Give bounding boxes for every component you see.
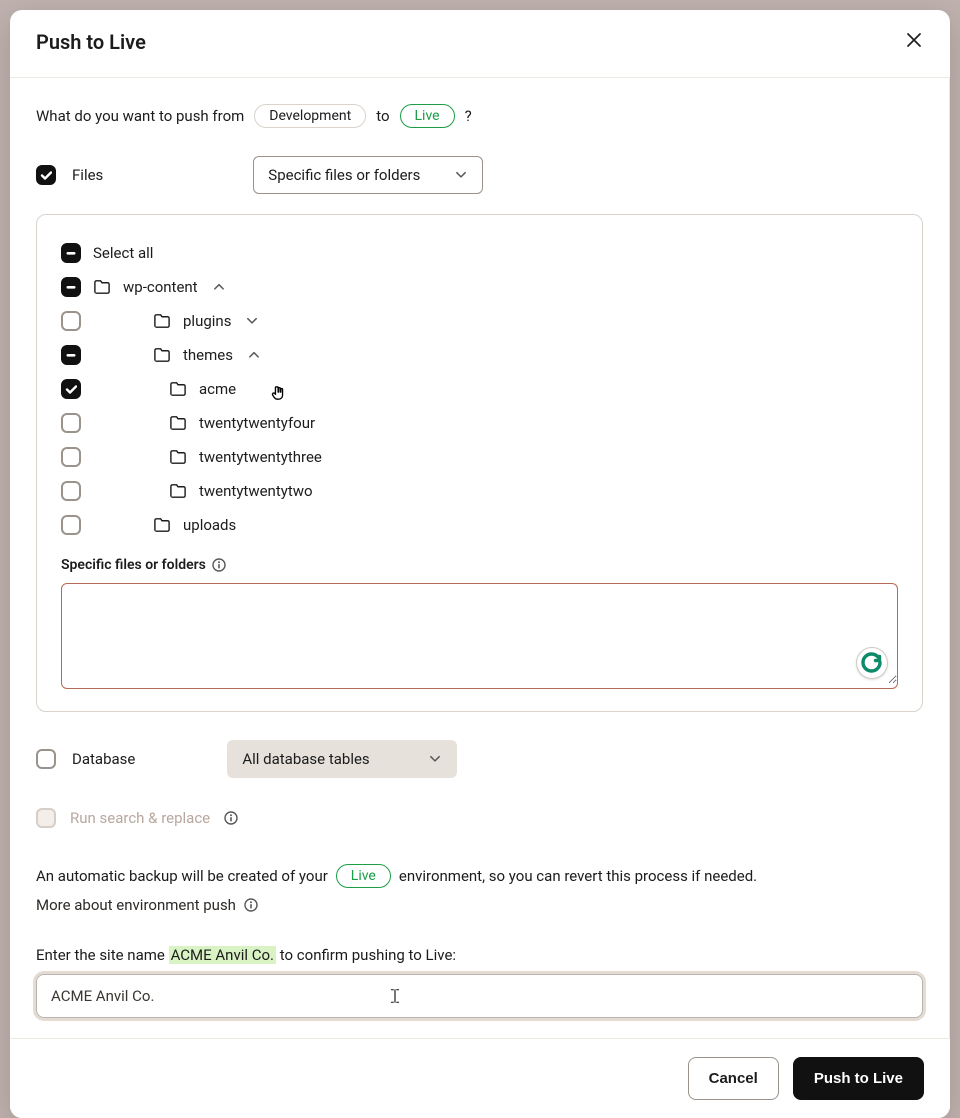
- tree-node-uploads[interactable]: uploads: [61, 511, 898, 539]
- node-checkbox[interactable]: [61, 515, 81, 535]
- folder-icon: [93, 278, 111, 296]
- search-replace-checkbox: [36, 808, 56, 828]
- folder-icon: [153, 346, 171, 364]
- chevron-up-icon[interactable]: [247, 348, 261, 362]
- files-label: Files: [72, 166, 103, 184]
- node-checkbox[interactable]: [61, 277, 81, 297]
- indeterminate-icon: [65, 349, 77, 361]
- node-label: themes: [183, 346, 233, 364]
- specific-files-textarea-wrap: [61, 583, 898, 689]
- check-icon: [65, 383, 77, 395]
- question-row: What do you want to push from Developmen…: [36, 104, 923, 128]
- tree-node-wp-content[interactable]: wp-content: [61, 273, 898, 301]
- files-select[interactable]: Specific files or folders: [253, 156, 483, 194]
- folder-icon: [169, 482, 187, 500]
- cancel-button[interactable]: Cancel: [688, 1057, 779, 1100]
- database-checkbox[interactable]: [36, 749, 56, 769]
- specific-files-textarea[interactable]: [62, 584, 897, 684]
- question-to: to: [376, 107, 389, 125]
- database-select[interactable]: All database tables: [227, 740, 457, 778]
- node-checkbox[interactable]: [61, 413, 81, 433]
- pointer-cursor-icon: [271, 385, 287, 401]
- node-label: twentytwentythree: [199, 448, 322, 466]
- search-replace-label: Run search & replace: [70, 809, 210, 827]
- specific-files-label: Specific files or folders: [61, 557, 898, 573]
- folder-icon: [153, 312, 171, 330]
- indeterminate-icon: [65, 247, 77, 259]
- confirm-label: Enter the site name ACME Anvil Co. to co…: [36, 946, 923, 964]
- chevron-down-icon: [454, 168, 468, 182]
- chevron-down-icon[interactable]: [245, 314, 259, 328]
- chevron-up-icon[interactable]: [212, 280, 226, 294]
- submit-button[interactable]: Push to Live: [793, 1057, 924, 1100]
- backup-env-pill: Live: [336, 864, 391, 888]
- env-from-pill: Development: [254, 104, 366, 128]
- backup-link[interactable]: More about environment push: [36, 896, 236, 914]
- node-label: plugins: [183, 312, 231, 330]
- search-replace-row: Run search & replace: [36, 808, 923, 828]
- files-section-row: Files Specific files or folders: [36, 156, 923, 194]
- node-checkbox[interactable]: [61, 345, 81, 365]
- info-icon[interactable]: [244, 898, 258, 912]
- confirm-site-name: ACME Anvil Co.: [169, 946, 276, 964]
- env-to-pill: Live: [400, 104, 455, 128]
- node-label: wp-content: [123, 278, 198, 296]
- files-select-value: Specific files or folders: [268, 166, 420, 184]
- select-all-checkbox[interactable]: [61, 243, 81, 263]
- question-suffix: ?: [465, 107, 472, 125]
- check-icon: [40, 169, 52, 181]
- node-checkbox[interactable]: [61, 481, 81, 501]
- node-checkbox[interactable]: [61, 311, 81, 331]
- folder-icon: [169, 448, 187, 466]
- tree-node-themes[interactable]: themes: [61, 341, 898, 369]
- modal-header: Push to Live: [10, 10, 950, 78]
- tree-node-acme[interactable]: acme: [61, 375, 898, 403]
- tree-node-twentytwentyfour[interactable]: twentytwentyfour: [61, 409, 898, 437]
- indeterminate-icon: [65, 281, 77, 293]
- folder-icon: [153, 516, 171, 534]
- database-label: Database: [72, 750, 135, 768]
- folder-icon: [169, 380, 187, 398]
- backup-suffix: environment, so you can revert this proc…: [399, 867, 757, 885]
- grammarly-icon[interactable]: [857, 648, 887, 678]
- question-prefix: What do you want to push from: [36, 107, 244, 125]
- modal-body[interactable]: What do you want to push from Developmen…: [10, 78, 950, 1038]
- node-label: twentytwentytwo: [199, 482, 313, 500]
- select-all-label: Select all: [93, 244, 153, 262]
- modal-title: Push to Live: [36, 30, 146, 54]
- close-button[interactable]: [902, 28, 926, 55]
- node-label: uploads: [183, 516, 236, 534]
- database-select-value: All database tables: [242, 750, 369, 768]
- info-icon[interactable]: [212, 558, 226, 572]
- chevron-down-icon: [428, 752, 442, 766]
- folder-icon: [169, 414, 187, 432]
- push-to-live-modal: Push to Live What do you want to push fr…: [10, 10, 950, 1118]
- node-label: twentytwentyfour: [199, 414, 315, 432]
- files-checkbox[interactable]: [36, 165, 56, 185]
- tree-node-twentytwentytwo[interactable]: twentytwentytwo: [61, 477, 898, 505]
- close-icon: [906, 32, 922, 48]
- node-label: acme: [199, 380, 236, 398]
- tree-node-plugins[interactable]: plugins: [61, 307, 898, 335]
- info-icon[interactable]: [224, 811, 238, 825]
- confirm-input-wrap: [36, 974, 923, 1018]
- backup-info-row: An automatic backup will be created of y…: [36, 864, 923, 914]
- tree-node-twentytwentythree[interactable]: twentytwentythree: [61, 443, 898, 471]
- backup-prefix: An automatic backup will be created of y…: [36, 867, 328, 885]
- modal-footer: Cancel Push to Live: [10, 1038, 950, 1118]
- database-section-row: Database All database tables: [36, 740, 923, 778]
- file-tree-panel: Select all wp-content plugins: [36, 214, 923, 712]
- node-checkbox[interactable]: [61, 379, 81, 399]
- node-checkbox[interactable]: [61, 447, 81, 467]
- tree-select-all[interactable]: Select all: [61, 239, 898, 267]
- confirm-input[interactable]: [37, 975, 922, 1017]
